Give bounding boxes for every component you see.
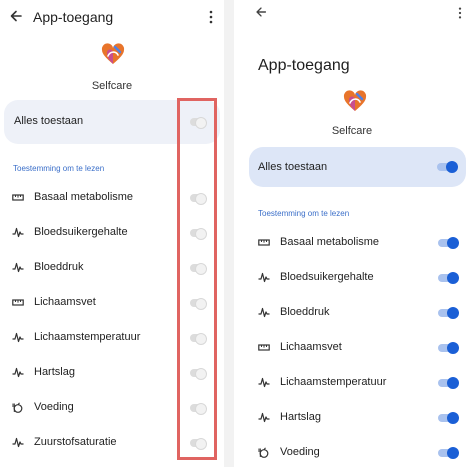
vitals-icon: [12, 227, 24, 238]
permission-row[interactable]: Lichaamstemperatuur: [234, 365, 470, 400]
permission-row[interactable]: Voeding: [234, 435, 470, 467]
vitals-icon: [258, 377, 270, 388]
left-screen: App-toegang Selfcare Alles toestaan Toes…: [0, 0, 224, 467]
app-logo-icon: [343, 90, 367, 112]
permission-label: Zuurstofsaturatie: [34, 436, 117, 448]
ruler-icon: [12, 192, 24, 203]
permission-toggle[interactable]: [438, 377, 459, 389]
allow-all-label: Alles toestaan: [14, 115, 84, 127]
permission-label: Bloeddruk: [34, 261, 84, 273]
permission-label: Lichaamstemperatuur: [280, 376, 387, 388]
back-arrow-icon[interactable]: [254, 5, 268, 19]
ruler-icon: [258, 342, 270, 353]
permission-label: Voeding: [280, 446, 320, 458]
permission-label: Bloedsuikergehalte: [280, 271, 374, 283]
permission-label: Voeding: [34, 401, 74, 413]
permission-label: Hartslag: [280, 411, 321, 423]
section-header: Toestemming om te lezen: [13, 164, 105, 173]
nutrition-icon: [12, 402, 24, 413]
app-name: Selfcare: [91, 80, 133, 92]
permission-label: Basaal metabolisme: [280, 236, 380, 248]
permission-toggle[interactable]: [438, 307, 459, 319]
permission-row[interactable]: Lichaamsvet: [234, 330, 470, 365]
vitals-icon: [12, 367, 24, 378]
vitals-icon: [258, 272, 270, 283]
right-screen: App-toegang Selfcare Alles toestaan Toes…: [234, 0, 470, 467]
top-app-bar: App-toegang: [0, 0, 224, 34]
nutrition-icon: [258, 447, 270, 458]
permission-label: Bloedsuikergehalte: [34, 226, 128, 238]
permission-toggle[interactable]: [438, 342, 459, 354]
permission-label: Basaal metabolisme: [34, 191, 134, 203]
vitals-icon: [12, 437, 24, 448]
permission-row[interactable]: Bloedsuikergehalte: [234, 260, 470, 295]
permission-row[interactable]: Basaal metabolisme: [234, 225, 470, 260]
panel-divider: [224, 0, 234, 467]
ruler-icon: [12, 297, 24, 308]
permission-toggle[interactable]: [438, 272, 459, 284]
page-title: App-toegang: [33, 9, 114, 25]
permission-label: Lichaamsvet: [280, 341, 342, 353]
vitals-icon: [258, 307, 270, 318]
permission-row[interactable]: Bloeddruk: [234, 295, 470, 330]
more-options-icon[interactable]: [456, 6, 464, 20]
permission-label: Bloeddruk: [280, 306, 330, 318]
allow-all-toggle[interactable]: [437, 161, 458, 173]
vitals-icon: [12, 332, 24, 343]
permission-label: Hartslag: [34, 366, 75, 378]
permission-toggle[interactable]: [438, 412, 459, 424]
permission-label: Lichaamstemperatuur: [34, 331, 141, 343]
vitals-icon: [12, 262, 24, 273]
allow-all-row[interactable]: Alles toestaan: [249, 147, 466, 187]
section-header: Toestemming om te lezen: [258, 209, 350, 218]
permission-row[interactable]: Hartslag: [234, 400, 470, 435]
allow-all-label: Alles toestaan: [258, 161, 328, 173]
permission-toggle[interactable]: [438, 237, 459, 249]
permission-toggle[interactable]: [438, 447, 459, 459]
toggles-highlight-box: [177, 98, 217, 460]
app-logo-icon: [101, 43, 125, 65]
app-name: Selfcare: [331, 125, 373, 137]
permission-label: Lichaamsvet: [34, 296, 96, 308]
ruler-icon: [258, 237, 270, 248]
more-options-icon[interactable]: [207, 9, 215, 25]
page-title: App-toegang: [258, 57, 350, 74]
back-arrow-icon[interactable]: [8, 8, 24, 24]
vitals-icon: [258, 412, 270, 423]
